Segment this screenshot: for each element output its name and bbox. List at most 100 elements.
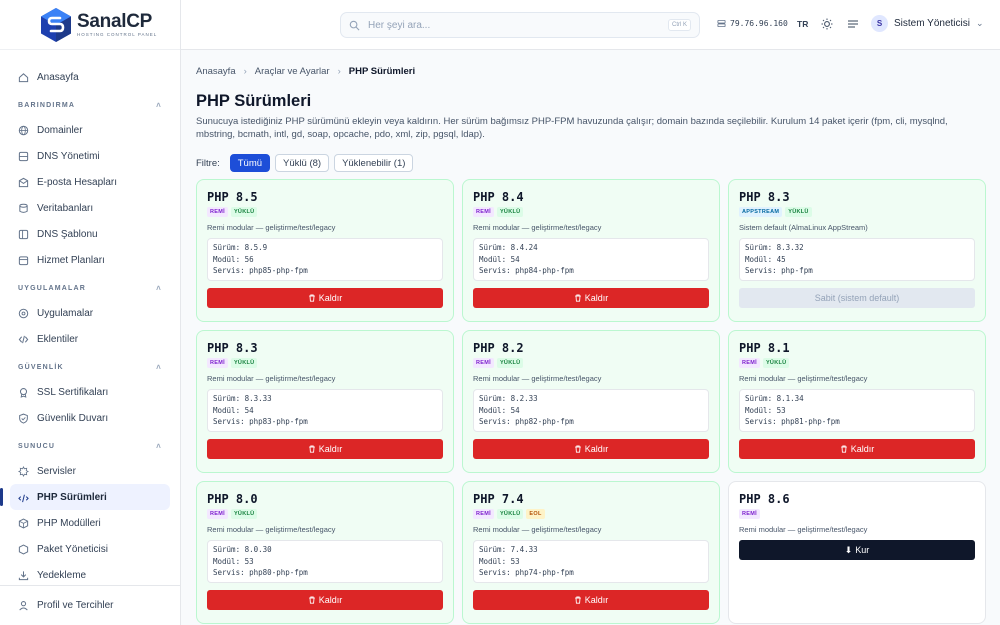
trash-icon <box>574 294 582 302</box>
sidebar-item-label: Yedekleme <box>37 569 87 581</box>
search-box[interactable]: Ctrl K <box>340 12 700 38</box>
php-version-card: PHP 8.1 REMİ YÜKLÜ Remi modular — geliştirm… <box>728 330 986 473</box>
apps-icon <box>18 308 29 319</box>
trash-icon <box>308 596 316 604</box>
php-version-line: Sürüm: 8.3.33 <box>213 394 272 403</box>
sidebar-item-label: Profil ve Tercihler <box>37 600 114 611</box>
sidebar-item-ssl-sertifikalari[interactable]: SSL Sertifikaları <box>10 379 170 405</box>
sidebar-footer: Profil ve Tercihler <box>0 585 180 625</box>
menu-lines-icon[interactable] <box>846 17 860 31</box>
sidebar-item-label: PHP Modülleri <box>37 517 101 529</box>
remove-button[interactable]: Kaldır <box>473 288 709 308</box>
php-service-line: Servis: php81-php-fpm <box>745 417 840 426</box>
sidebar-section-title: SUNUCU <box>18 442 56 450</box>
php-version-card: PHP 8.6 REMİ Remi modular — geliştirme/tes… <box>728 481 986 624</box>
php-version-name: PHP 8.4 <box>473 190 524 204</box>
remove-button[interactable]: Kaldır <box>207 590 443 610</box>
status-badge: APPSTREAM <box>739 207 783 217</box>
database-icon <box>18 203 29 214</box>
fixed-default-button: Sabit (sistem default) <box>739 288 975 308</box>
sidebar-item-label: Uygulamalar <box>37 307 94 319</box>
sidebar-item-servisler[interactable]: Servisler <box>10 458 170 484</box>
trash-icon <box>308 445 316 453</box>
php-service-line: Servis: php84-php-fpm <box>479 266 574 275</box>
php-version-line: Sürüm: 7.4.33 <box>479 545 538 554</box>
remove-button[interactable]: Kaldır <box>207 288 443 308</box>
remove-button[interactable]: Kaldır <box>473 439 709 459</box>
filter-bar: Filtre: Tümü Yüklü (8) Yüklenebilir (1) <box>196 154 985 172</box>
sidebar-section-barindirma[interactable]: BARINDIRMA ˄ <box>0 93 180 117</box>
sidebar-item-dns-sablonu[interactable]: DNS Şablonu <box>10 221 170 247</box>
sidebar-item-domainler[interactable]: Domainler <box>10 117 170 143</box>
dns-icon <box>18 151 29 162</box>
sidebar-item-veritabanlari[interactable]: Veritabanları <box>10 195 170 221</box>
sidebar-item-eklentiler[interactable]: Eklentiler <box>10 326 170 352</box>
sidebar-item-anasayfa[interactable]: Anasayfa <box>10 64 170 90</box>
php-service-line: Servis: php74-php-fpm <box>479 568 574 577</box>
sidebar-item-profile[interactable]: Profil ve Tercihler <box>10 593 170 619</box>
sidebar-item-paket-yoneticisi[interactable]: Paket Yöneticisi <box>10 536 170 562</box>
sidebar-item-hizmet-planlari[interactable]: Hizmet Planları <box>10 247 170 273</box>
sidebar-item-guvenlik-duvari[interactable]: Güvenlik Duvarı <box>10 405 170 431</box>
status-badge: YÜKLÜ <box>762 358 790 368</box>
sidebar-item-php-modulleri[interactable]: PHP Modülleri <box>10 510 170 536</box>
php-version-name: PHP 8.3 <box>207 341 258 355</box>
php-modules-line: Modül: 45 <box>745 254 786 264</box>
sidebar-section-sunucu[interactable]: SUNUCU ˄ <box>0 434 180 458</box>
php-modules-line: Modül: 54 <box>479 254 520 264</box>
fixed-default-label: Sabit (sistem default) <box>814 293 900 303</box>
breadcrumb-tools[interactable]: Araçlar ve Ayarlar <box>255 66 330 77</box>
filter-installed-button[interactable]: Yüklü (8) <box>275 154 330 172</box>
module-icon <box>18 518 29 529</box>
php-source: Remi modular — geliştirme/test/legacy <box>207 525 336 534</box>
sidebar-item-label: Hizmet Planları <box>37 254 105 266</box>
top-header: Ctrl K 79.76.96.160 TR S Sistem Yönetici… <box>181 0 1000 50</box>
install-button-label: Kur <box>855 545 870 555</box>
php-version-name: PHP 8.6 <box>739 492 790 506</box>
php-icon <box>18 492 29 503</box>
remove-button[interactable]: Kaldır <box>207 439 443 459</box>
sidebar-item-label: Paket Yöneticisi <box>37 543 108 555</box>
sidebar-section-guvenli-k[interactable]: GÜVENLİK ˄ <box>0 355 180 379</box>
user-name: Sistem Yöneticisi <box>894 18 970 29</box>
status-badge: YÜKLÜ <box>496 207 524 217</box>
remove-button-label: Kaldır <box>318 595 343 605</box>
remove-button-label: Kaldır <box>584 444 609 454</box>
sidebar-item-dns-yonetimi[interactable]: DNS Yönetimi <box>10 143 170 169</box>
php-source: Remi modular — geliştirme/test/legacy <box>739 525 868 534</box>
brand[interactable]: SanalCP HOSTING CONTROL PANEL <box>0 0 180 50</box>
filter-installable-button[interactable]: Yüklenebilir (1) <box>334 154 414 172</box>
php-version-name: PHP 8.1 <box>739 341 790 355</box>
trash-icon <box>308 294 316 302</box>
php-modules-line: Modül: 54 <box>213 405 254 415</box>
chevron-right-icon: › <box>337 65 341 77</box>
badge-row: APPSTREAM YÜKLÜ <box>739 207 975 218</box>
remove-button[interactable]: Kaldır <box>739 439 975 459</box>
trash-icon <box>840 445 848 453</box>
sidebar-item-e-posta-hesaplari[interactable]: E-posta Hesapları <box>10 169 170 195</box>
services-icon <box>18 465 29 477</box>
php-source: Remi modular — geliştirme/test/legacy <box>207 223 336 232</box>
filter-all-button[interactable]: Tümü <box>229 154 271 172</box>
home-icon <box>18 72 29 83</box>
globe-icon <box>18 125 29 136</box>
php-service-line: Servis: php80-php-fpm <box>213 568 308 577</box>
chevron-up-icon: ˄ <box>156 283 162 293</box>
sidebar-item-label: PHP Sürümleri <box>37 491 107 503</box>
php-service-line: Servis: php85-php-fpm <box>213 266 308 275</box>
breadcrumb-current: PHP Sürümleri <box>348 65 416 77</box>
sidebar-item-php-surumleri[interactable]: PHP Sürümleri <box>0 484 170 510</box>
php-version-card: PHP 8.4 REMİ YÜKLÜ Remi modular — geliştirm… <box>462 179 720 322</box>
sidebar-item-label: E-posta Hesapları <box>37 176 118 188</box>
search-input[interactable] <box>368 19 668 31</box>
breadcrumb-home[interactable]: Anasayfa <box>196 66 236 77</box>
sidebar-section-uygulamalar[interactable]: UYGULAMALAR ˄ <box>0 276 180 300</box>
user-menu[interactable]: S Sistem Yöneticisi ⌄ <box>871 15 984 32</box>
language-switch[interactable]: TR <box>797 19 808 29</box>
theme-toggle-icon[interactable] <box>820 17 834 31</box>
sidebar-item-label: Güvenlik Duvarı <box>37 412 109 424</box>
remove-button[interactable]: Kaldır <box>473 590 709 610</box>
install-button[interactable]: ⬇ Kur <box>739 540 975 560</box>
sidebar-item-uygulamalar[interactable]: Uygulamalar <box>10 300 170 326</box>
php-version-name: PHP 8.2 <box>473 341 524 355</box>
